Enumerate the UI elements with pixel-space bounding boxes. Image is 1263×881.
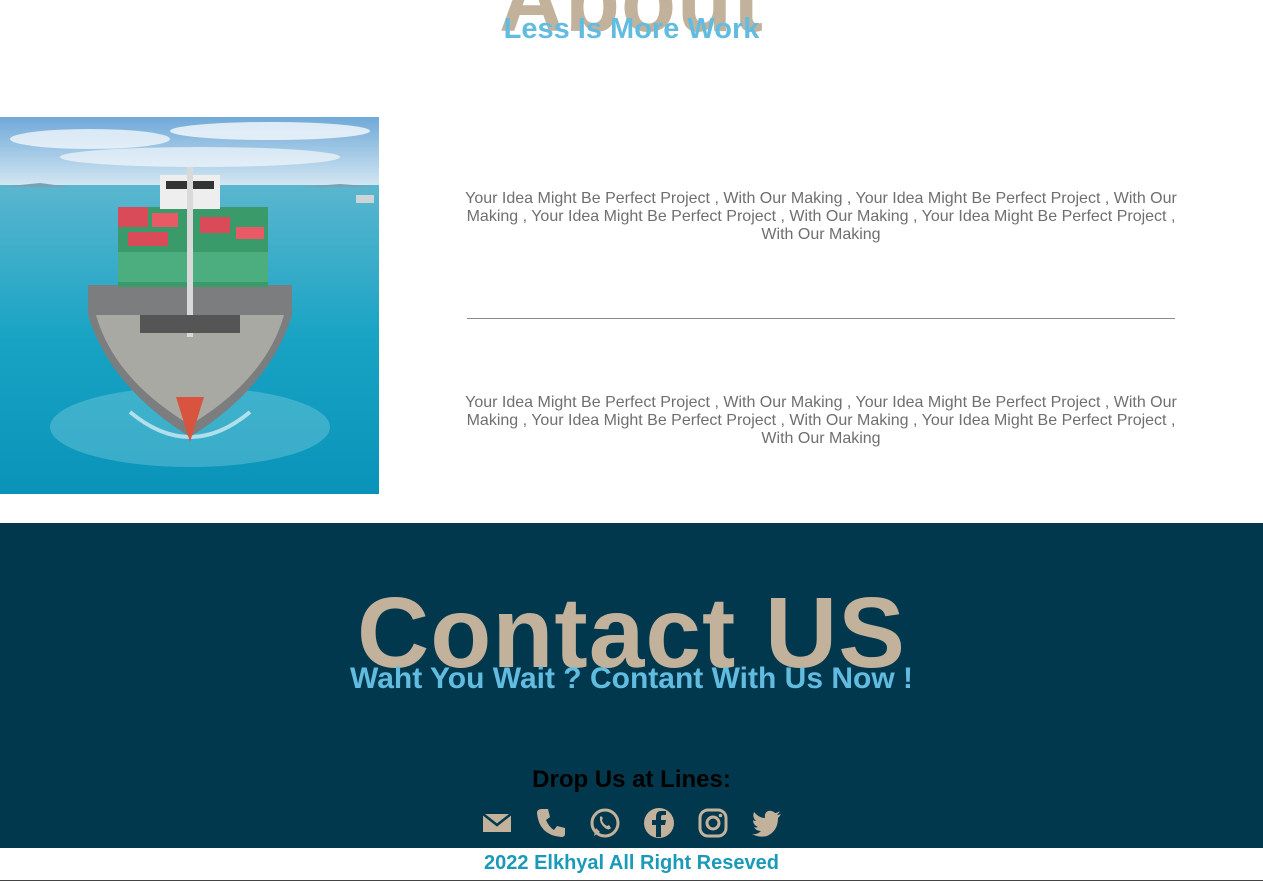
cargo-ship-image [0,117,379,494]
contact-subtitle: Waht You Wait ? Contant With Us Now ! [350,662,913,695]
instagram-icon[interactable] [696,806,730,840]
facebook-icon[interactable] [642,806,676,840]
contact-section: Contact US Waht You Wait ? Contant With … [0,523,1263,848]
page-footer: 2022 Elkhyal All Right Reseved [0,848,1263,881]
about-subtitle: Less Is More Work [503,13,760,45]
about-paragraph-1: Your Idea Might Be Perfect Project , Wit… [465,190,1177,243]
drop-lines-heading: Drop Us at Lines: [532,766,731,793]
phone-icon[interactable] [534,806,568,840]
envelope-icon[interactable] [480,806,514,840]
social-links [0,803,1263,843]
copyright-text: 2022 Elkhyal All Right Reseved [484,852,779,874]
section-divider [467,318,1175,319]
about-section: About Less Is More Work Your Idea Might … [0,0,1263,523]
about-paragraph-2: Your Idea Might Be Perfect Project , Wit… [465,394,1177,447]
whatsapp-icon[interactable] [588,806,622,840]
twitter-icon[interactable] [750,806,784,840]
